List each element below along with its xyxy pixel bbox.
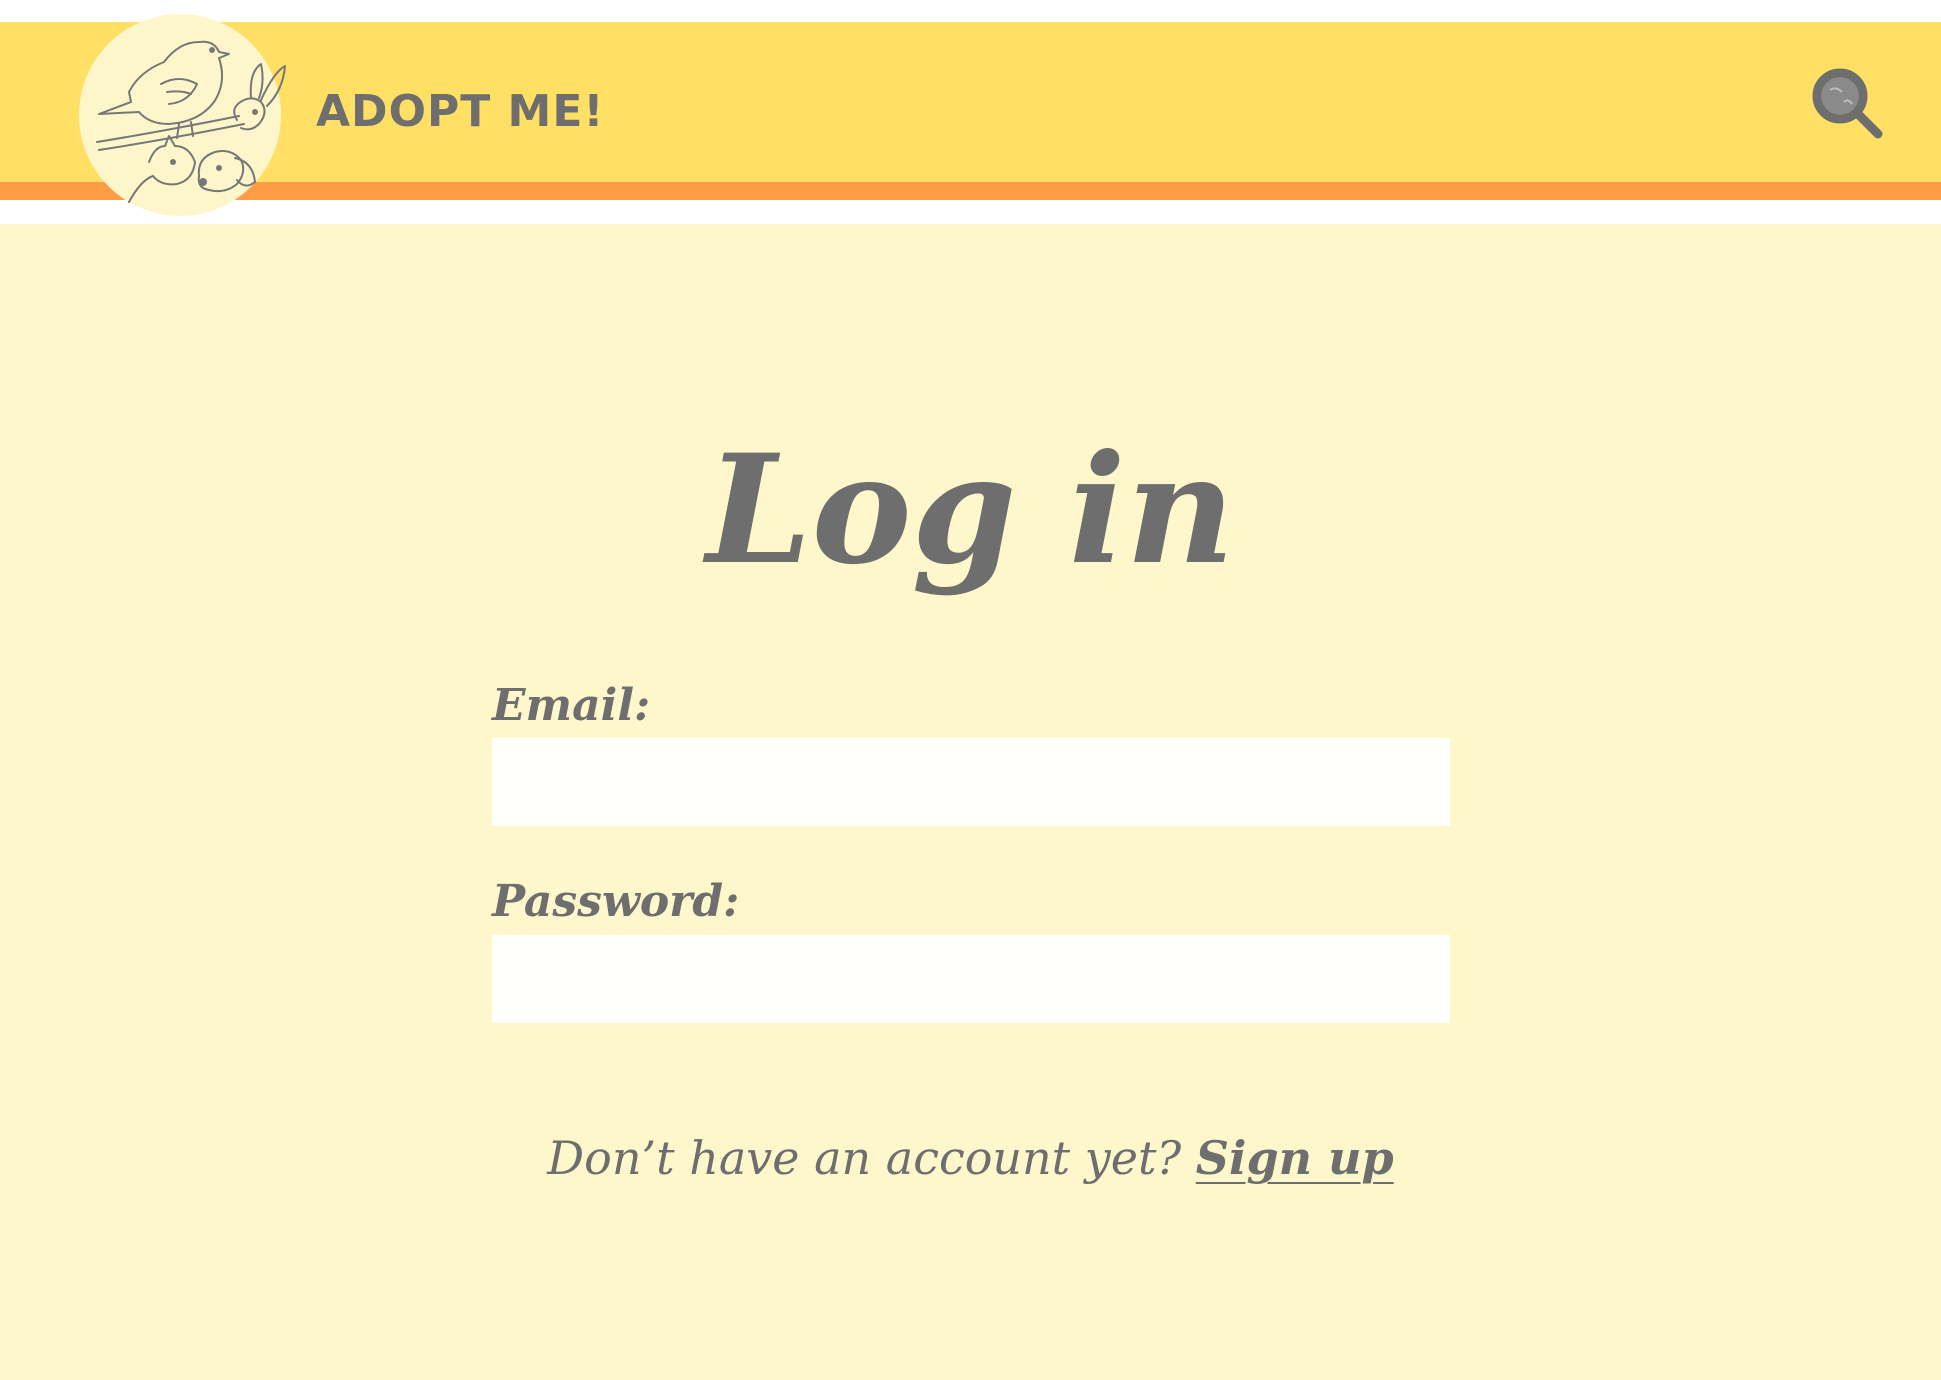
sign-up-link[interactable]: Sign up [1196,1131,1394,1185]
email-label: Email: [492,680,651,731]
page-title: Log in [706,422,1235,598]
search-button[interactable] [1808,64,1888,144]
site-title[interactable]: ADOPT ME! [316,84,604,140]
header-accent-stripe [0,182,1941,200]
search-icon [1812,68,1883,139]
password-field[interactable] [492,935,1450,1023]
login-page: Log in Email: Password: Don’t have an ac… [0,224,1941,1380]
email-field[interactable] [492,738,1450,826]
password-label: Password: [492,876,740,927]
signup-prompt-line: Don’t have an account yet? Sign up [0,1128,1941,1188]
pets-logo-icon[interactable] [79,14,286,216]
header-band [0,22,1941,182]
signup-prompt-text: Don’t have an account yet? [547,1131,1182,1185]
